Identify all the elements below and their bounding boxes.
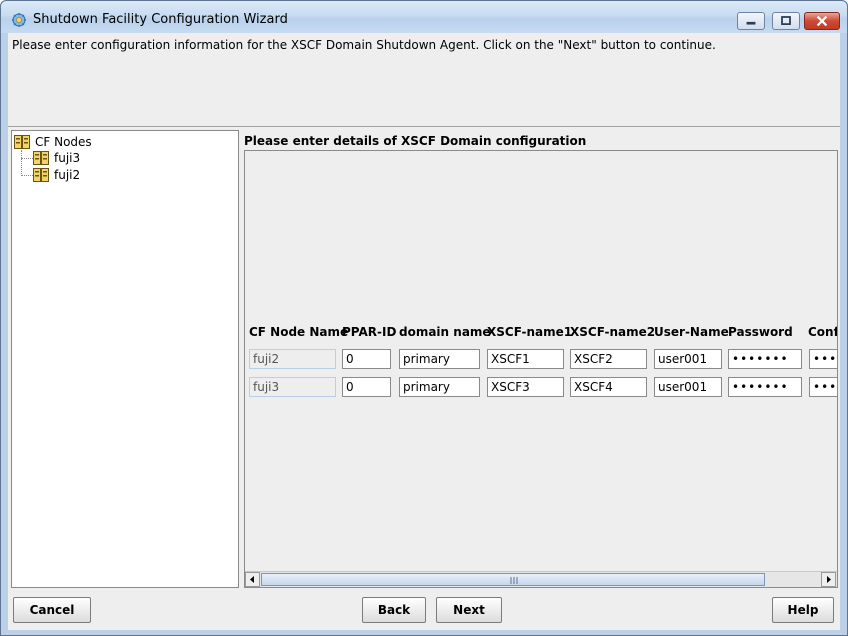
horizontal-scrollbar[interactable] [245,571,837,587]
tree-item-label: fuji3 [54,151,81,165]
tree-connector [21,150,22,176]
user-name-field[interactable]: user001 [654,349,722,369]
window-title: Shutdown Facility Configuration Wizard [33,12,288,27]
wizard-client-area: Please enter configuration information f… [8,33,840,630]
arrow-left-icon [250,576,254,583]
user-name-field[interactable]: user001 [654,377,722,397]
scroll-right-button[interactable] [821,572,836,587]
wizard-window: Shutdown Facility Configuration Wizard P… [0,0,848,636]
ppar-id-field[interactable]: 0 [342,377,391,397]
config-scroll-area[interactable]: CF Node Name PPAR-ID domain name XSCF-na… [244,150,838,588]
column-header-password: Password [728,325,793,339]
domain-name-field[interactable]: primary [399,349,480,369]
help-button[interactable]: Help [772,597,834,623]
section-title: Please enter details of XSCF Domain conf… [244,134,587,148]
cancel-button[interactable]: Cancel [13,597,91,623]
password-field[interactable]: ••••••• [728,349,802,369]
column-header-domain-name: domain name [399,325,491,339]
column-header-ppar-id: PPAR-ID [342,325,397,339]
column-header-confirm: Conf [808,325,838,339]
scrollbar-thumb[interactable] [261,573,765,586]
cf-node-name-field: fuji3 [249,377,336,397]
server-node-icon [33,151,49,165]
app-gear-icon [12,13,26,27]
confirm-password-field[interactable]: •••• [809,377,837,397]
xscf-name1-field[interactable]: XSCF3 [487,377,564,397]
server-node-icon [33,168,49,182]
column-header-xscf-name2: XSCF-name2 [570,325,656,339]
xscf-name1-field[interactable]: XSCF1 [487,349,564,369]
ppar-id-field[interactable]: 0 [342,349,391,369]
server-node-icon [14,135,30,149]
back-button[interactable]: Back [362,597,426,623]
xscf-name2-field[interactable]: XSCF2 [570,349,647,369]
close-button[interactable] [804,12,840,30]
xscf-name2-field[interactable]: XSCF4 [570,377,647,397]
domain-name-field[interactable]: primary [399,377,480,397]
tree-item-label: fuji2 [54,168,81,182]
minimize-icon [746,21,756,25]
cf-node-name-field: fuji2 [249,349,336,369]
instruction-text: Please enter configuration information f… [8,33,840,127]
tree-root-label: CF Nodes [35,135,92,149]
column-header-xscf-name1: XSCF-name1 [487,325,573,339]
tree-connector [21,158,33,159]
close-icon [816,15,828,27]
next-button[interactable]: Next [436,597,502,623]
minimize-button[interactable] [737,12,765,30]
config-pane: Please enter details of XSCF Domain conf… [242,130,838,588]
node-tree[interactable]: CF Nodes fuji3 fuji2 [11,130,239,588]
password-field[interactable]: ••••••• [728,377,802,397]
maximize-button[interactable] [772,12,800,30]
scroll-left-button[interactable] [245,572,260,587]
column-header-user-name: User-Name [654,325,729,339]
tree-connector [21,175,33,176]
arrow-right-icon [827,576,831,583]
column-header-cf-node-name: CF Node Name [249,325,349,339]
maximize-icon [781,16,791,25]
title-bar[interactable]: Shutdown Facility Configuration Wizard [1,1,847,33]
grip-icon [510,577,518,584]
confirm-password-field[interactable]: •••• [809,349,837,369]
